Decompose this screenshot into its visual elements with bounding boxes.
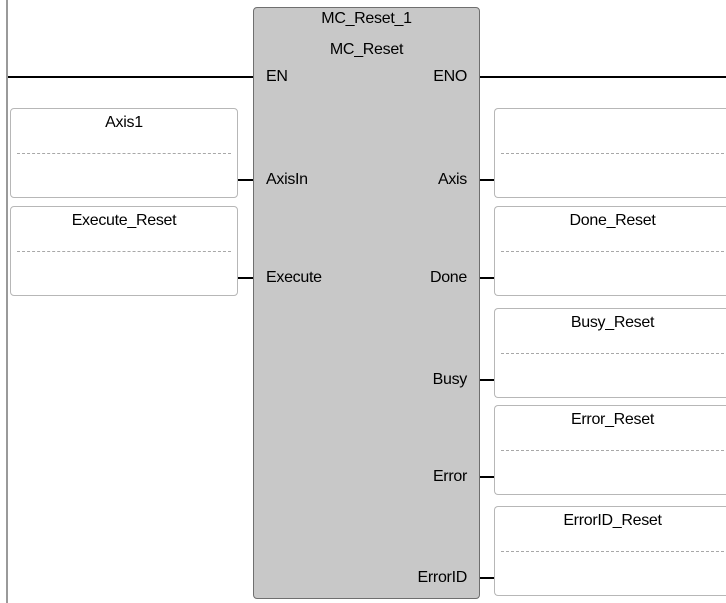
block-type-name: MC_Reset	[329, 41, 404, 58]
pin-axis: Axis	[437, 171, 467, 188]
errorid-variable-name[interactable]: ErrorID_Reset	[495, 512, 726, 530]
execute-variable-name[interactable]: Execute_Reset	[11, 212, 237, 230]
instance-name[interactable]: MC_Reset_1	[254, 10, 479, 28]
axis-pin-tick	[480, 179, 494, 181]
busy-variable-box[interactable]: Busy_Reset	[494, 308, 726, 398]
pin-errorid: ErrorID	[417, 569, 468, 586]
mc-reset-function-block[interactable]: MC_Reset_1 MC_Reset EN ENO AxisIn Axis E…	[253, 7, 480, 599]
left-power-rail	[6, 0, 8, 603]
axis-output-variable-box[interactable]	[494, 108, 726, 198]
variable-divider	[501, 353, 724, 354]
variable-divider	[501, 153, 724, 154]
errorid-variable-box[interactable]: ErrorID_Reset	[494, 506, 726, 596]
variable-divider	[17, 251, 231, 252]
errorid-pin-tick	[480, 577, 494, 579]
done-variable-name[interactable]: Done_Reset	[495, 212, 726, 230]
variable-divider	[501, 551, 724, 552]
variable-divider	[501, 450, 724, 451]
variable-divider	[17, 153, 231, 154]
pin-execute: Execute	[266, 269, 322, 286]
axisin-variable-box[interactable]: Axis1	[10, 108, 238, 198]
en-wire[interactable]	[8, 76, 253, 78]
pin-busy: Busy	[432, 371, 468, 388]
axisin-pin-tick	[236, 179, 253, 181]
pin-eno: ENO	[433, 68, 467, 85]
error-pin-tick	[480, 476, 494, 478]
variable-divider	[501, 251, 724, 252]
busy-pin-tick	[480, 379, 494, 381]
pin-axisin: AxisIn	[266, 171, 308, 188]
execute-variable-box[interactable]: Execute_Reset	[10, 206, 238, 296]
error-variable-name[interactable]: Error_Reset	[495, 411, 726, 429]
pin-done: Done	[429, 269, 467, 286]
eno-wire[interactable]	[480, 76, 726, 78]
axisin-variable-name[interactable]: Axis1	[11, 114, 237, 132]
error-variable-box[interactable]: Error_Reset	[494, 405, 726, 495]
done-pin-tick	[480, 277, 494, 279]
execute-pin-tick	[236, 277, 253, 279]
pin-error: Error	[432, 468, 467, 485]
pin-en: EN	[266, 68, 288, 85]
busy-variable-name[interactable]: Busy_Reset	[495, 314, 726, 332]
done-variable-box[interactable]: Done_Reset	[494, 206, 726, 296]
